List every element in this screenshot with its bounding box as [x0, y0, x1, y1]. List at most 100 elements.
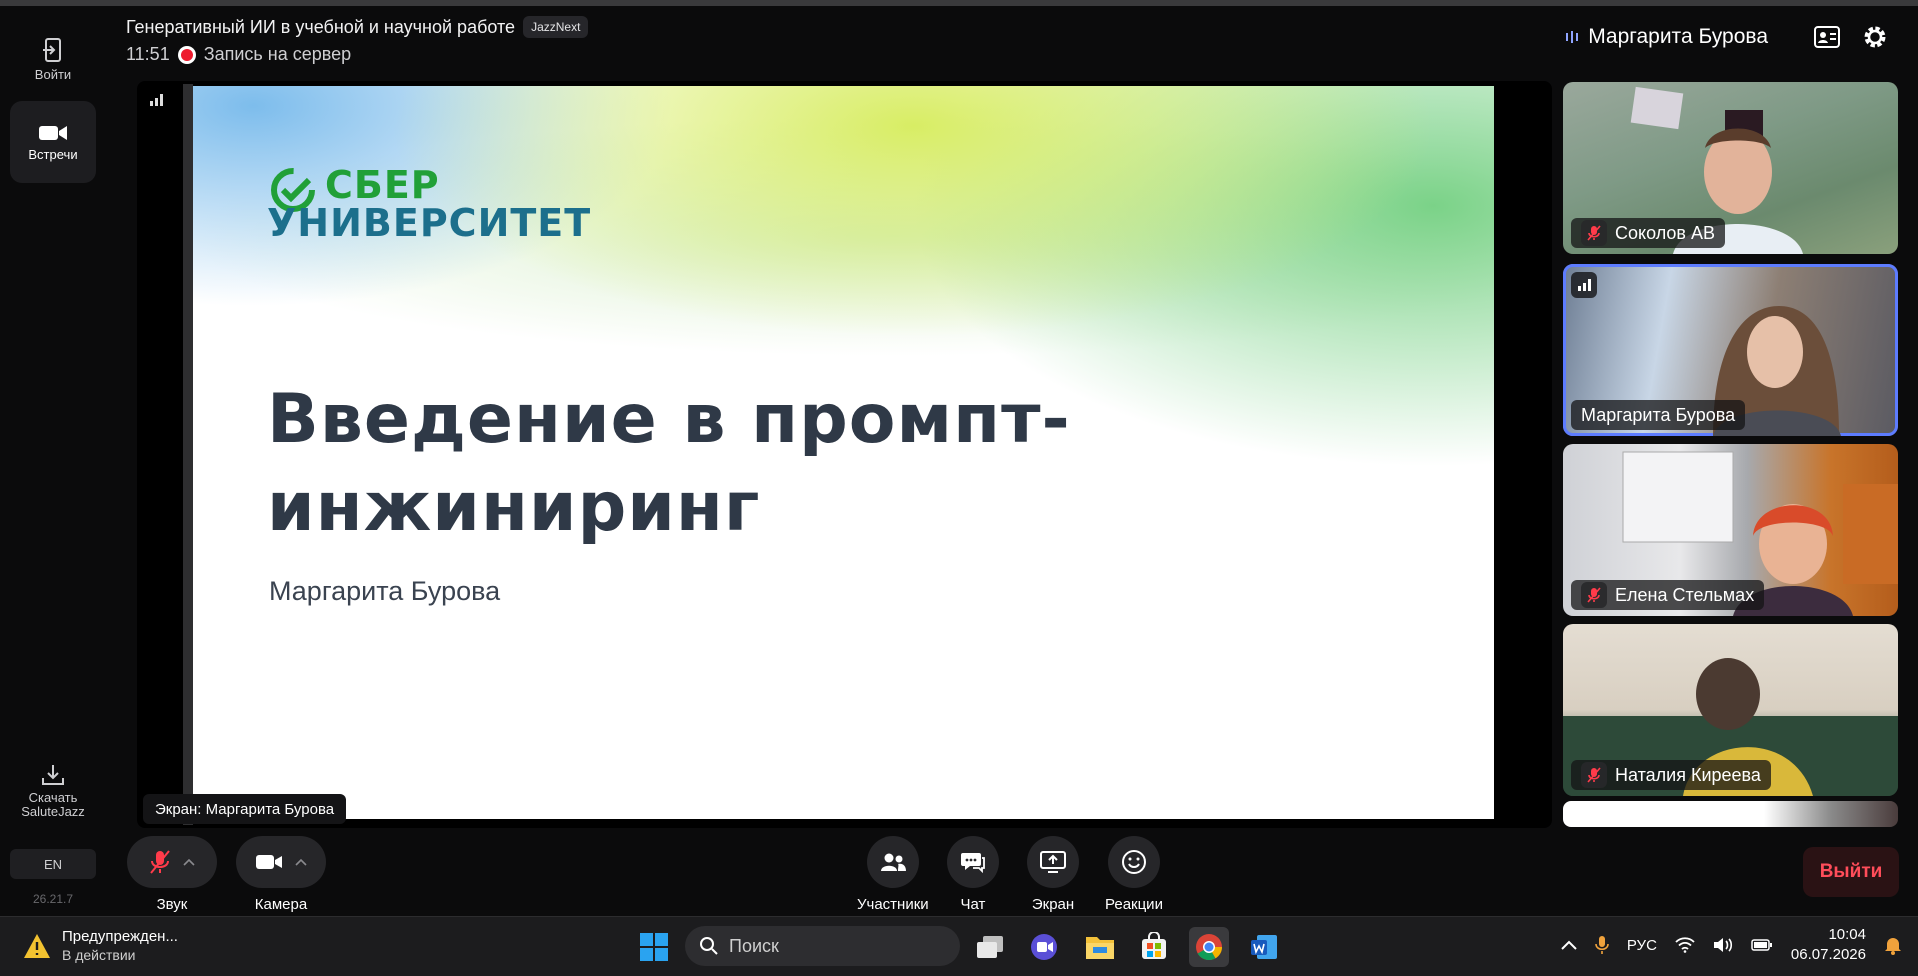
participants-button[interactable]: [866, 836, 919, 888]
chrome-icon: [1196, 934, 1223, 961]
system-tray: РУС 10:04 06.07.2026: [1561, 925, 1902, 965]
screen-share-button[interactable]: [1027, 836, 1079, 888]
taskbar-search[interactable]: Поиск: [685, 926, 960, 966]
sound-control: Звук: [127, 836, 217, 913]
chevron-up-icon[interactable]: [183, 858, 195, 866]
header-actions: Маргарита Бурова: [1566, 24, 1888, 50]
logo-text: СБЕР УНИВЕРСИТЕТ: [267, 166, 591, 242]
meeting-badge: JazzNext: [523, 16, 589, 38]
login-icon: [43, 37, 61, 62]
mic-off-icon: [150, 850, 170, 874]
smiley-icon: [1121, 850, 1146, 874]
taskbar-clock[interactable]: 10:04 06.07.2026: [1791, 925, 1866, 965]
wifi-icon[interactable]: [1675, 937, 1695, 953]
download-label-1: Скачать: [28, 790, 78, 805]
signal-strength-icon: [150, 94, 163, 106]
participant-name: Соколов АВ: [1615, 222, 1715, 243]
participant-card-icon[interactable]: [1814, 26, 1840, 48]
screen-control[interactable]: Экран: [1027, 836, 1079, 913]
people-icon: [880, 853, 906, 871]
participant-tile[interactable]: Елена Стельмах: [1563, 444, 1898, 616]
sound-toggle-button[interactable]: [127, 836, 217, 888]
warning-title: Предупрежден...: [62, 928, 178, 945]
file-explorer-button[interactable]: [1080, 927, 1120, 967]
task-view-button[interactable]: [970, 927, 1010, 967]
reactions-button[interactable]: [1107, 836, 1160, 888]
warning-status: В действии: [62, 947, 136, 963]
clock-time: 10:04: [1828, 926, 1866, 943]
slide-title: Введение в промпт-инжиниринг: [267, 380, 1071, 547]
participant-name: Маргарита Бурова: [1581, 404, 1736, 425]
chat-bubbles-icon: [961, 853, 985, 874]
participant-tile[interactable]: Маргарита Бурова: [1563, 264, 1898, 436]
meeting-title-text: Генеративный ИИ в учебной и научной рабо…: [126, 16, 516, 37]
meet-app-button[interactable]: [1024, 927, 1064, 967]
presentation-slide: СБЕР УНИВЕРСИТЕТ Введение в промпт-инжин…: [193, 86, 1494, 819]
mic-off-icon: [1581, 582, 1607, 608]
taskbar-warning[interactable]: Предупрежден... В действии: [22, 927, 178, 965]
chrome-button[interactable]: [1189, 927, 1229, 967]
chat-button[interactable]: [947, 836, 999, 888]
input-language[interactable]: РУС: [1627, 937, 1657, 954]
windows-taskbar: Предупрежден... В действии Поиск РУС 10:…: [0, 916, 1918, 976]
participant-tile[interactable]: Наталия Киреева: [1563, 624, 1898, 796]
screen-share-label: Экран: Маргарита Бурова: [143, 794, 347, 824]
video-camera-icon: [39, 125, 67, 140]
active-speaker: Маргарита Бурова: [1566, 25, 1768, 49]
meetings-button[interactable]: Встречи: [10, 101, 96, 183]
notification-bell-icon[interactable]: [1884, 935, 1902, 955]
store-icon: [1142, 932, 1166, 959]
logo-line-2: УНИВЕРСИТЕТ: [267, 201, 592, 245]
download-icon: [42, 765, 64, 785]
participant-name-tag: Наталия Киреева: [1571, 760, 1771, 790]
chevron-up-icon[interactable]: [295, 858, 307, 866]
camera-toggle-button[interactable]: [236, 836, 326, 888]
screen-share-icon: [1040, 851, 1066, 873]
active-speaker-name: Маргарита Бурова: [1588, 25, 1768, 48]
meeting-status: 11:51 Запись на сервер: [126, 44, 351, 65]
store-button[interactable]: [1134, 927, 1174, 967]
mic-off-icon: [1581, 220, 1607, 246]
chevron-up-icon[interactable]: [1561, 940, 1577, 950]
record-icon: [177, 45, 196, 64]
participant-name: Елена Стельмах: [1615, 584, 1755, 605]
task-view-icon: [977, 936, 1003, 958]
word-button[interactable]: [1244, 927, 1284, 967]
sber-university-logo: СБЕР УНИВЕРСИТЕТ: [267, 166, 591, 242]
participant-name-tag: Соколов АВ: [1571, 218, 1725, 248]
participants-control[interactable]: Участники: [857, 836, 929, 913]
participant-name-tag: Маргарита Бурова: [1571, 400, 1746, 430]
chat-control[interactable]: Чат: [947, 836, 999, 913]
mic-off-icon: [1581, 762, 1607, 788]
battery-icon[interactable]: [1751, 939, 1773, 951]
language-switch[interactable]: EN: [10, 849, 96, 879]
reactions-label: Реакции: [1105, 896, 1163, 913]
microphone-icon[interactable]: [1595, 935, 1609, 955]
recording-label: Запись на сервер: [203, 44, 352, 64]
exit-meeting-button[interactable]: Выйти: [1803, 847, 1899, 897]
meeting-time: 11:51: [126, 44, 170, 64]
left-rail: Войти Встречи Скачать SaluteJazz EN 26.2…: [0, 6, 106, 916]
stage-left-border: [183, 84, 193, 825]
participants-label: Участники: [857, 896, 929, 913]
camera-label: Камера: [254, 896, 308, 913]
signal-strength-icon: [1571, 272, 1597, 298]
meeting-title: Генеративный ИИ в учебной и научной рабо…: [126, 16, 589, 38]
download-app-button[interactable]: Скачать SaluteJazz: [10, 756, 96, 826]
volume-icon[interactable]: [1713, 937, 1733, 953]
settings-gear-icon[interactable]: [1862, 24, 1888, 50]
screen-label: Экран: [1031, 896, 1075, 913]
start-button[interactable]: [634, 927, 674, 967]
search-placeholder: Поиск: [729, 935, 779, 956]
window-top-bar: [0, 0, 1918, 6]
participant-name-tag: Елена Стельмах: [1571, 580, 1765, 610]
search-icon: [700, 937, 718, 955]
login-label: Войти: [34, 66, 72, 82]
folder-icon: [1086, 937, 1114, 959]
login-button[interactable]: Войти: [10, 28, 96, 90]
more-participants-strip[interactable]: [1563, 801, 1898, 827]
audio-level-icon: [1566, 31, 1579, 43]
reactions-control[interactable]: Реакции: [1105, 836, 1163, 913]
participant-tile[interactable]: Соколов АВ: [1563, 82, 1898, 254]
clock-date: 06.07.2026: [1790, 946, 1866, 963]
